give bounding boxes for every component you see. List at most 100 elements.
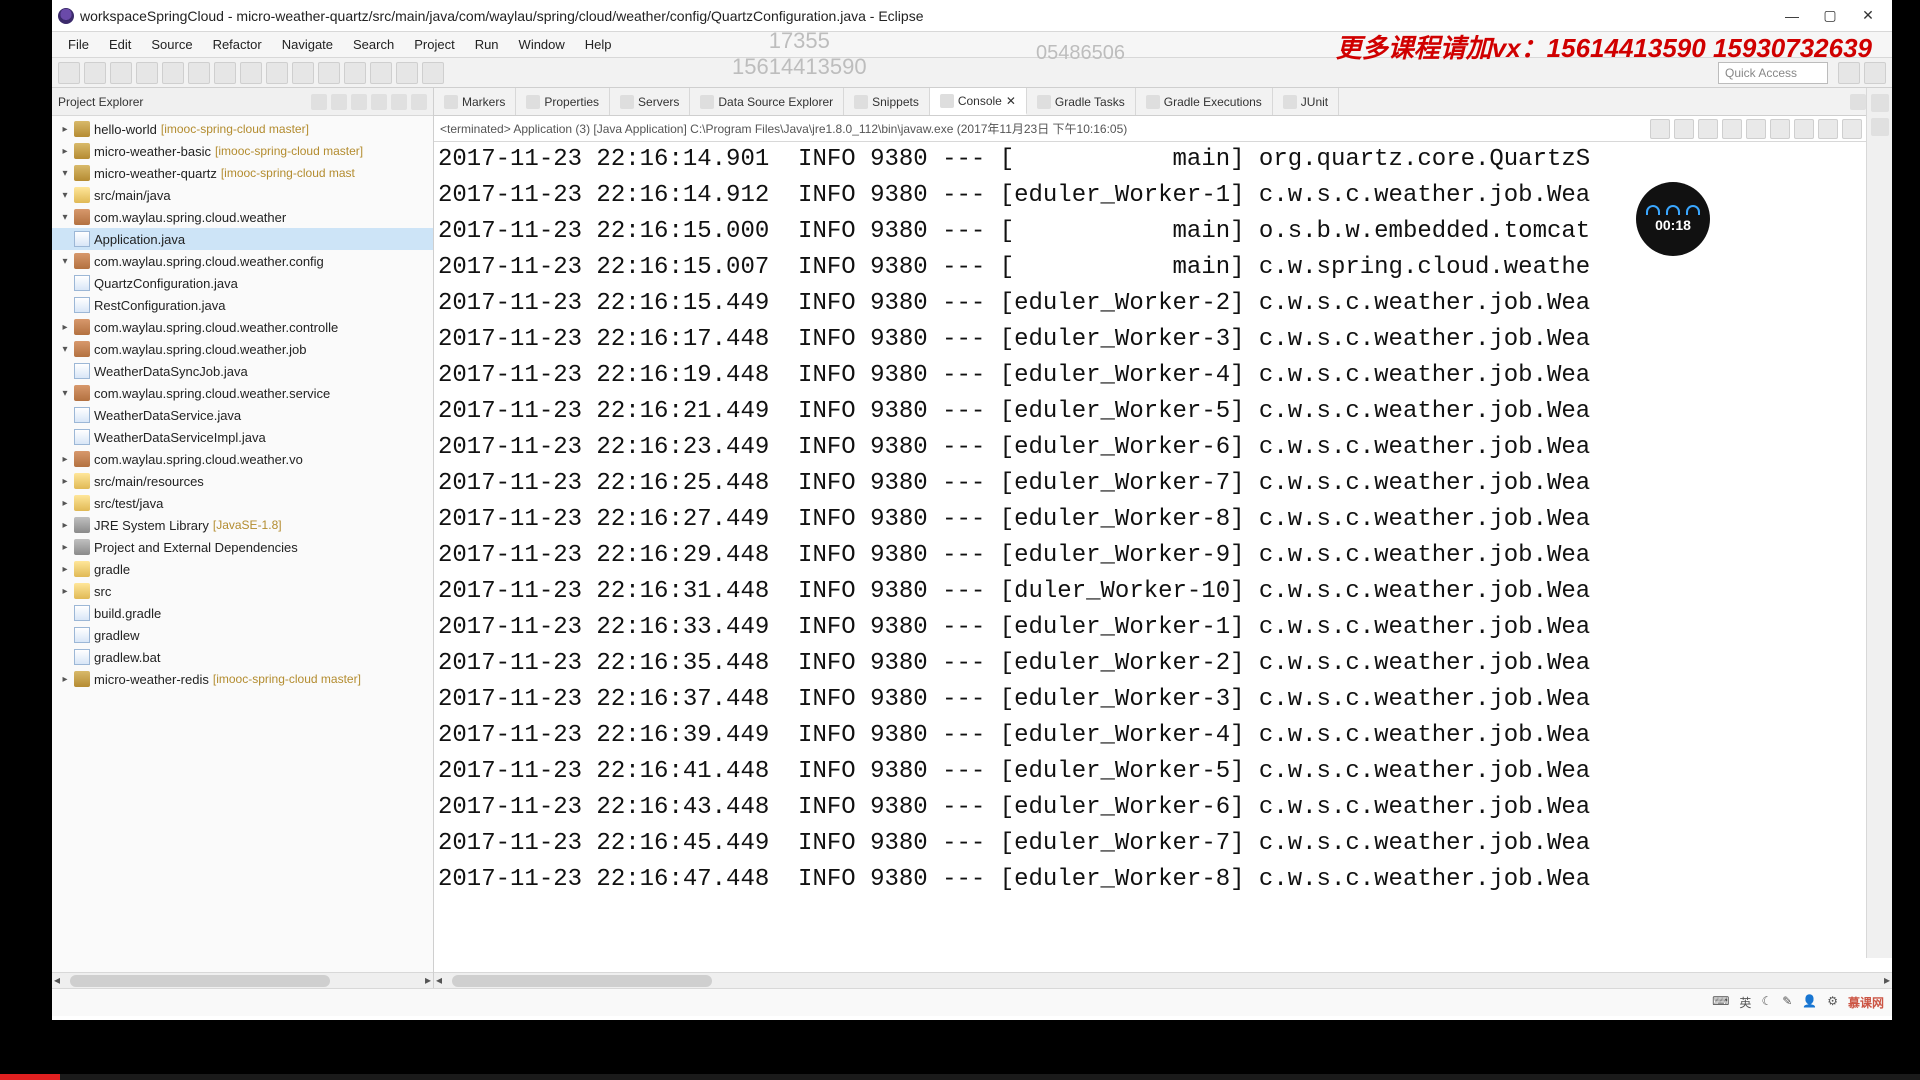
tab-gradle-executions[interactable]: Gradle Executions xyxy=(1136,88,1273,115)
terminate-icon[interactable] xyxy=(1650,119,1670,139)
ime-lang[interactable]: 英 xyxy=(1739,994,1751,1011)
tree-node[interactable]: ▸micro-weather-redis[imooc-spring-cloud … xyxy=(52,668,433,690)
tab-servers[interactable]: Servers xyxy=(610,88,690,115)
menu-project[interactable]: Project xyxy=(404,35,464,54)
ime-icon-3[interactable]: ✎ xyxy=(1782,994,1792,1011)
menu-run[interactable]: Run xyxy=(465,35,509,54)
tree-node[interactable]: Application.java xyxy=(52,228,433,250)
tab-close-icon[interactable]: ✕ xyxy=(1006,94,1016,108)
expand-icon[interactable] xyxy=(58,606,72,620)
tree-node[interactable]: ▾com.waylau.spring.cloud.weather.service xyxy=(52,382,433,404)
view-max-icon[interactable] xyxy=(411,94,427,110)
remove-all-icon[interactable] xyxy=(1698,119,1718,139)
tab-snippets[interactable]: Snippets xyxy=(844,88,930,115)
expand-icon[interactable]: ▾ xyxy=(58,386,72,400)
view-minimize-icon[interactable] xyxy=(1850,94,1866,110)
tasklist-min-icon[interactable] xyxy=(1871,118,1889,136)
tab-junit[interactable]: JUnit xyxy=(1273,88,1339,115)
toolbar-annotation-next-icon[interactable] xyxy=(344,62,366,84)
expand-icon[interactable]: ▸ xyxy=(58,540,72,554)
toolbar-save-icon[interactable] xyxy=(84,62,106,84)
tree-node[interactable]: build.gradle xyxy=(52,602,433,624)
tree-node[interactable]: WeatherDataServiceImpl.java xyxy=(52,426,433,448)
outline-min-icon[interactable] xyxy=(1871,94,1889,112)
menu-source[interactable]: Source xyxy=(141,35,202,54)
view-min-icon[interactable] xyxy=(351,94,367,110)
project-tree[interactable]: ▸hello-world[imooc-spring-cloud master]▸… xyxy=(52,116,433,972)
expand-icon[interactable] xyxy=(58,430,72,444)
tree-node[interactable]: QuartzConfiguration.java xyxy=(52,272,433,294)
ime-icon-5[interactable]: ⚙ xyxy=(1827,994,1838,1011)
toolbar-debug-icon[interactable] xyxy=(136,62,158,84)
scroll-lock-icon[interactable] xyxy=(1746,119,1766,139)
expand-icon[interactable] xyxy=(58,628,72,642)
clear-console-icon[interactable] xyxy=(1722,119,1742,139)
expand-icon[interactable]: ▸ xyxy=(58,474,72,488)
expand-icon[interactable]: ▸ xyxy=(58,584,72,598)
tree-node[interactable]: ▾micro-weather-quartz[imooc-spring-cloud… xyxy=(52,162,433,184)
view-menu-icon[interactable] xyxy=(371,94,387,110)
toolbar-new-icon[interactable] xyxy=(58,62,80,84)
expand-icon[interactable]: ▸ xyxy=(58,496,72,510)
menu-navigate[interactable]: Navigate xyxy=(272,35,343,54)
toolbar-saveall-icon[interactable] xyxy=(110,62,132,84)
tab-console[interactable]: Console ✕ xyxy=(930,88,1027,115)
expand-icon[interactable]: ▾ xyxy=(58,166,72,180)
toolbar-open-type-icon[interactable] xyxy=(266,62,288,84)
tree-node[interactable]: ▸src/test/java xyxy=(52,492,433,514)
tab-markers[interactable]: Markers xyxy=(434,88,516,115)
open-console-icon[interactable] xyxy=(1842,119,1862,139)
tree-node[interactable]: WeatherDataSyncJob.java xyxy=(52,360,433,382)
console-output[interactable]: 2017-11-23 22:16:14.901 INFO 9380 --- [ … xyxy=(434,142,1892,972)
tree-node[interactable]: ▸src/main/resources xyxy=(52,470,433,492)
expand-icon[interactable] xyxy=(58,276,72,290)
tree-node[interactable]: gradlew.bat xyxy=(52,646,433,668)
tree-node[interactable]: ▾com.waylau.spring.cloud.weather.job xyxy=(52,338,433,360)
video-progress-bar[interactable] xyxy=(0,1074,1920,1080)
tree-node[interactable]: ▸Project and External Dependencies xyxy=(52,536,433,558)
tree-node[interactable]: ▸gradle xyxy=(52,558,433,580)
view-min2-icon[interactable] xyxy=(391,94,407,110)
tree-node[interactable]: gradlew xyxy=(52,624,433,646)
ime-icon-4[interactable]: 👤 xyxy=(1802,994,1817,1011)
expand-icon[interactable] xyxy=(58,364,72,378)
menu-edit[interactable]: Edit xyxy=(99,35,141,54)
word-wrap-icon[interactable] xyxy=(1770,119,1790,139)
tree-node[interactable]: ▸com.waylau.spring.cloud.weather.vo xyxy=(52,448,433,470)
tree-node[interactable]: ▸com.waylau.spring.cloud.weather.control… xyxy=(52,316,433,338)
display-selected-icon[interactable] xyxy=(1818,119,1838,139)
expand-icon[interactable]: ▸ xyxy=(58,320,72,334)
collapse-all-icon[interactable] xyxy=(311,94,327,110)
expand-icon[interactable]: ▾ xyxy=(58,210,72,224)
ime-icon[interactable]: ⌨ xyxy=(1712,994,1729,1011)
menu-search[interactable]: Search xyxy=(343,35,404,54)
expand-icon[interactable]: ▾ xyxy=(58,342,72,356)
floating-face-badge[interactable]: 00:18 xyxy=(1636,182,1710,256)
pin-console-icon[interactable] xyxy=(1794,119,1814,139)
toolbar-newpkg-icon[interactable] xyxy=(214,62,236,84)
expand-icon[interactable]: ▸ xyxy=(58,144,72,158)
tree-node[interactable]: ▸hello-world[imooc-spring-cloud master] xyxy=(52,118,433,140)
expand-icon[interactable]: ▸ xyxy=(58,518,72,532)
maximize-button[interactable]: ▢ xyxy=(1812,4,1848,28)
minimize-button[interactable]: — xyxy=(1774,4,1810,28)
toolbar-search-icon[interactable] xyxy=(292,62,314,84)
expand-icon[interactable]: ▸ xyxy=(58,562,72,576)
tree-node[interactable]: ▸JRE System Library[JavaSE-1.8] xyxy=(52,514,433,536)
menu-window[interactable]: Window xyxy=(509,35,575,54)
toolbar-annotation-prev-icon[interactable] xyxy=(318,62,340,84)
toolbar-run-icon[interactable] xyxy=(162,62,184,84)
tab-gradle-tasks[interactable]: Gradle Tasks xyxy=(1027,88,1136,115)
expand-icon[interactable]: ▸ xyxy=(58,122,72,136)
close-button[interactable]: ✕ xyxy=(1850,4,1886,28)
toolbar-back-icon[interactable] xyxy=(370,62,392,84)
toolbar-forward-icon[interactable] xyxy=(396,62,418,84)
expand-icon[interactable] xyxy=(58,232,72,246)
expand-icon[interactable] xyxy=(58,298,72,312)
tree-node[interactable]: RestConfiguration.java xyxy=(52,294,433,316)
expand-icon[interactable] xyxy=(58,650,72,664)
toolbar-newclass-icon[interactable] xyxy=(240,62,262,84)
tab-data-source-explorer[interactable]: Data Source Explorer xyxy=(690,88,844,115)
menu-file[interactable]: File xyxy=(58,35,99,54)
tree-node[interactable]: ▸micro-weather-basic[imooc-spring-cloud … xyxy=(52,140,433,162)
